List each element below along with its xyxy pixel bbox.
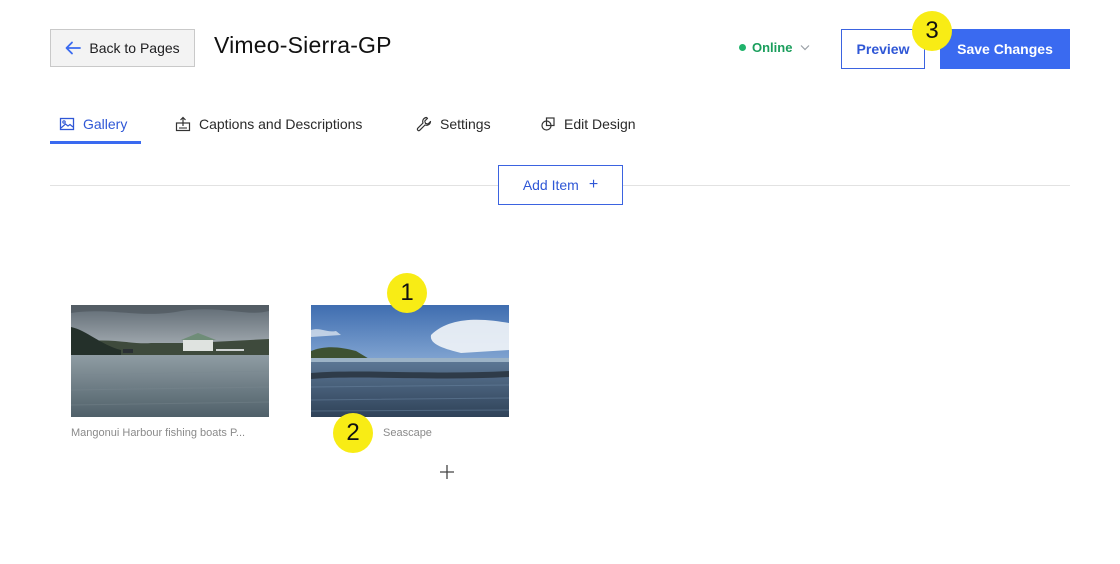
gallery-caption-harbour: Mangonui Harbour fishing boats P... <box>71 427 246 439</box>
tab-edit-design-label: Edit Design <box>564 116 636 132</box>
page-title: Vimeo-Sierra-GP <box>214 32 392 58</box>
wrench-icon <box>416 116 432 132</box>
tab-settings[interactable]: Settings <box>416 116 491 132</box>
arrow-left-icon <box>65 41 82 55</box>
active-tab-indicator <box>50 141 141 144</box>
gallery-caption-seascape: Seascape <box>383 427 432 439</box>
back-to-pages-label: Back to Pages <box>89 40 180 56</box>
status-label: Online <box>752 40 793 55</box>
status-dropdown[interactable]: Online <box>739 40 810 55</box>
add-item-button[interactable]: Add Item + <box>498 165 623 205</box>
add-gallery-item-plus-icon[interactable] <box>438 463 456 481</box>
annotation-marker-3: 3 <box>912 11 952 51</box>
chevron-down-icon <box>801 45 810 51</box>
save-changes-button[interactable]: Save Changes <box>940 29 1070 69</box>
tab-captions-label: Captions and Descriptions <box>199 116 363 132</box>
gallery-thumbnail-seascape[interactable] <box>311 305 509 417</box>
captions-icon <box>175 116 191 132</box>
tab-settings-label: Settings <box>440 116 491 132</box>
gallery-thumbnail-harbour[interactable] <box>71 305 269 417</box>
tab-gallery[interactable]: Gallery <box>59 116 127 132</box>
image-icon <box>59 117 75 131</box>
tab-captions-and-descriptions[interactable]: Captions and Descriptions <box>175 116 362 132</box>
design-icon <box>541 117 555 131</box>
back-to-pages-button[interactable]: Back to Pages <box>50 29 195 67</box>
annotation-marker-2: 2 <box>333 413 373 453</box>
harbour-photo-image <box>71 305 269 417</box>
status-dot-icon <box>739 44 746 51</box>
seascape-photo-image <box>311 305 509 417</box>
plus-icon: + <box>588 176 599 193</box>
add-item-label: Add Item <box>522 177 579 193</box>
tab-gallery-label: Gallery <box>83 116 128 132</box>
annotation-marker-1: 1 <box>387 273 427 313</box>
tab-edit-design[interactable]: Edit Design <box>540 116 636 132</box>
